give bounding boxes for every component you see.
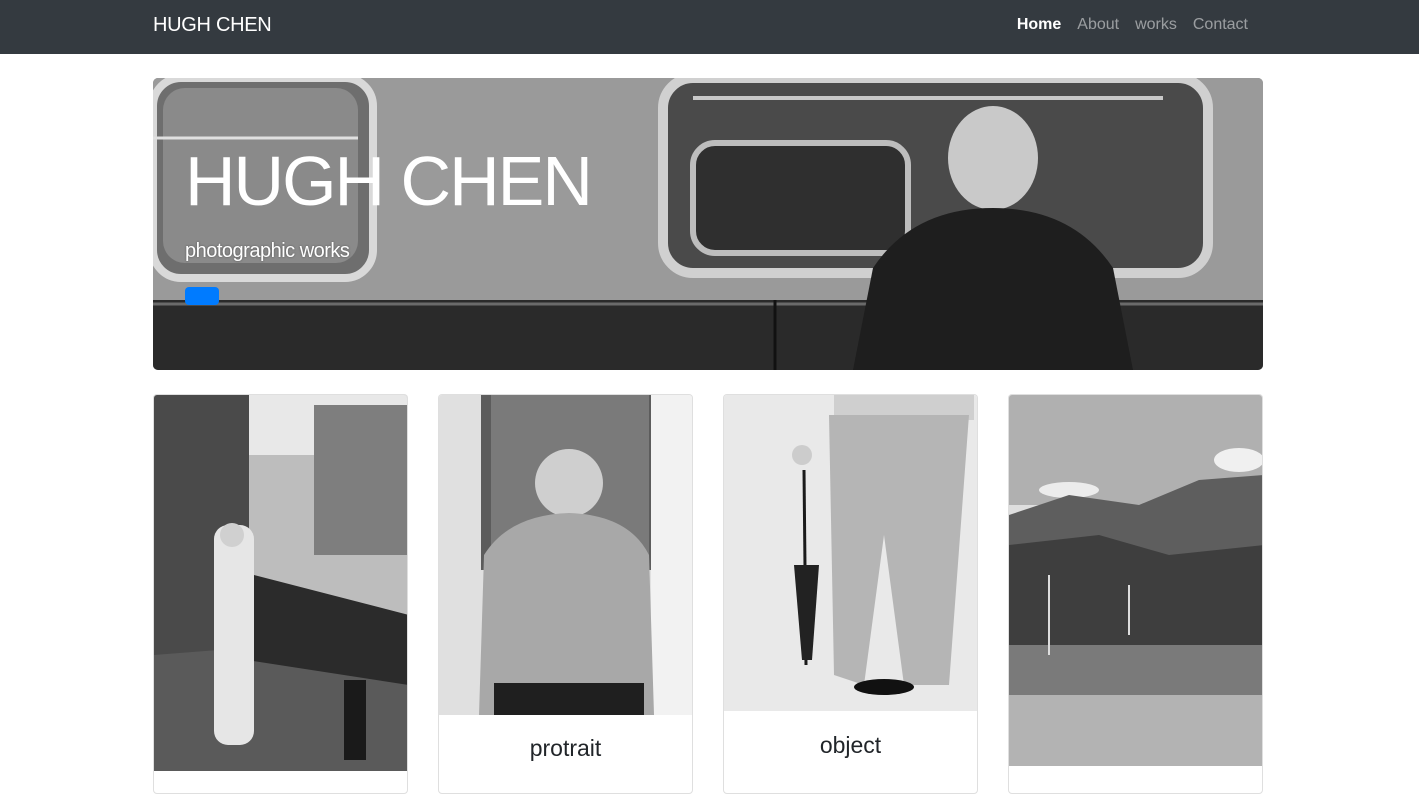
hero-background-photo bbox=[153, 78, 1263, 370]
card-image-street bbox=[154, 395, 407, 771]
hero-jumbotron: HUGH CHEN photographic works bbox=[153, 78, 1263, 370]
card-image-object bbox=[724, 395, 977, 711]
navbar: HUGH CHEN Home About works Contact bbox=[0, 0, 1419, 54]
hero-title: HUGH CHEN bbox=[185, 142, 593, 220]
gallery-card-object[interactable]: object bbox=[723, 394, 978, 794]
nav-link-home[interactable]: Home bbox=[1009, 16, 1069, 34]
gallery-card-landscape[interactable] bbox=[1008, 394, 1263, 794]
nav-link-about[interactable]: About bbox=[1069, 16, 1127, 34]
card-image-protrait bbox=[439, 395, 692, 715]
nav-menu: Home About works Contact bbox=[1009, 16, 1256, 34]
nav-link-works[interactable]: works bbox=[1127, 16, 1185, 34]
hero-subtitle: photographic works bbox=[185, 240, 350, 262]
hero-cta-button[interactable] bbox=[185, 287, 219, 305]
card-image-landscape bbox=[1009, 395, 1262, 766]
gallery-card-protrait[interactable]: protrait bbox=[438, 394, 693, 794]
brand-link[interactable]: HUGH CHEN bbox=[153, 14, 272, 37]
card-title-protrait: protrait bbox=[529, 735, 602, 761]
card-title-object: object bbox=[819, 732, 882, 758]
nav-link-contact[interactable]: Contact bbox=[1185, 16, 1256, 34]
gallery-card-street[interactable] bbox=[153, 394, 408, 794]
